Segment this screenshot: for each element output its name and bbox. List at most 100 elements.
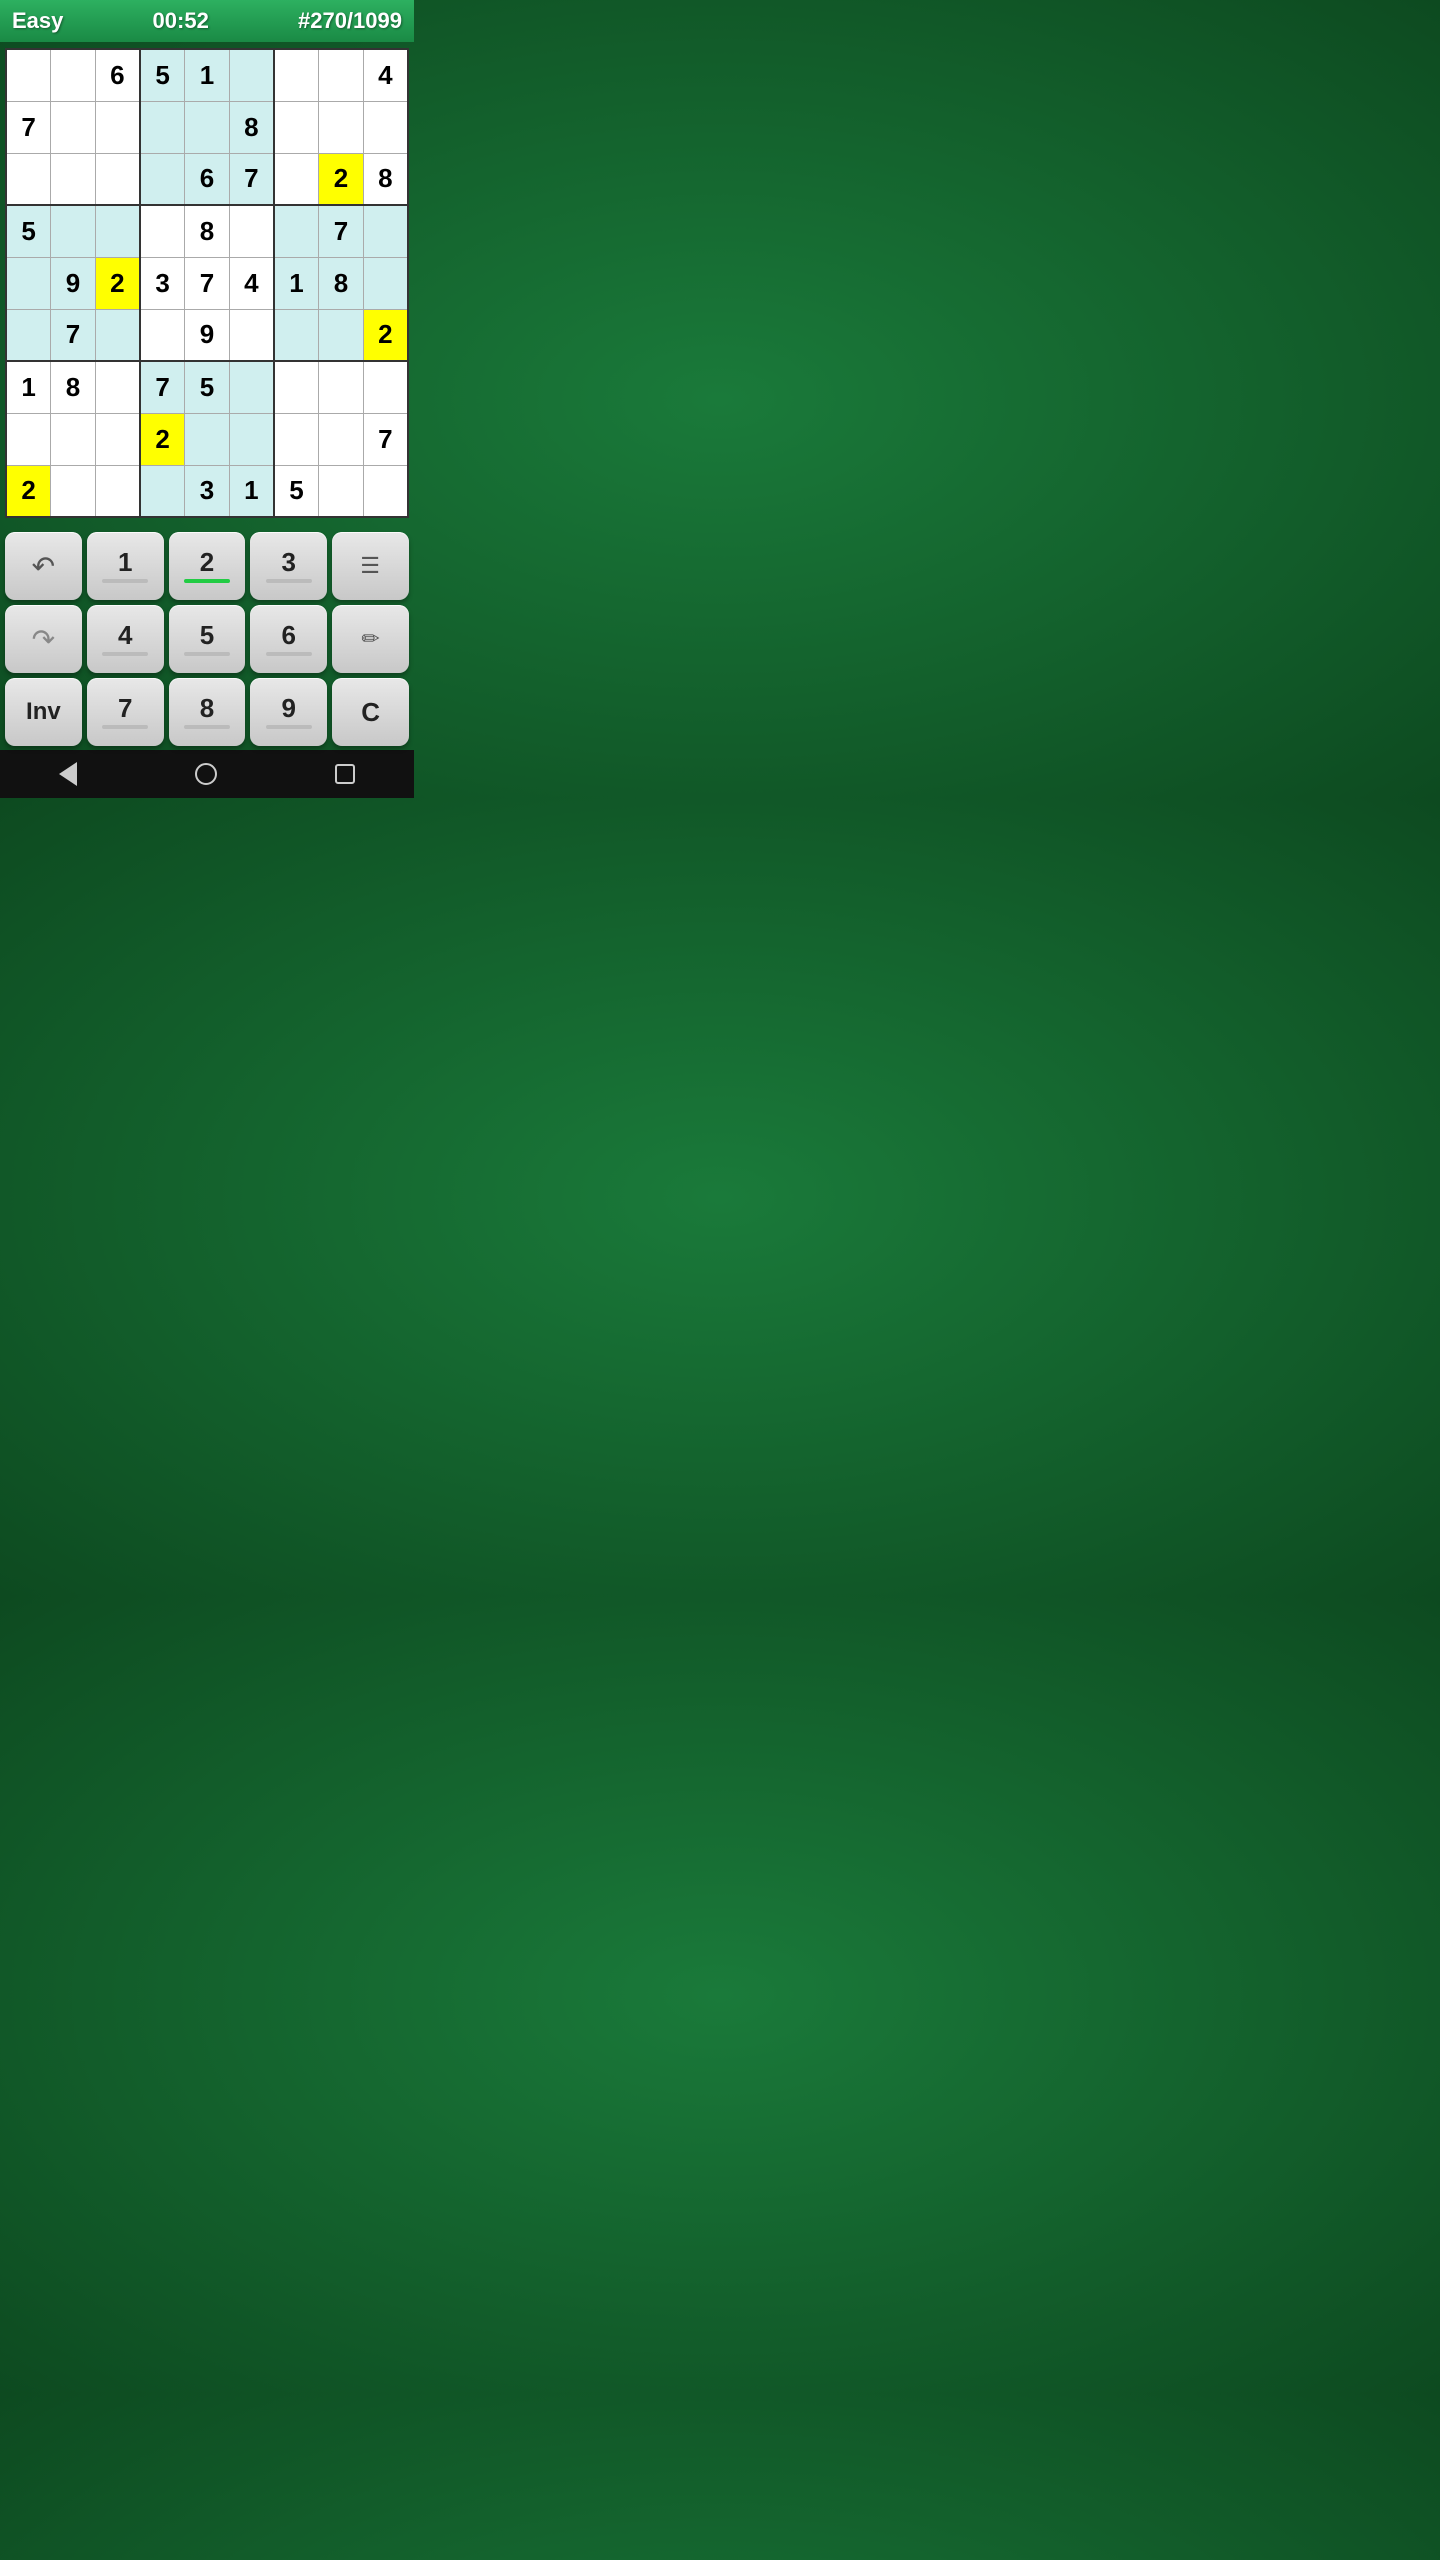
cell-6-5[interactable] <box>229 361 274 413</box>
cell-7-4[interactable] <box>185 413 230 465</box>
cell-5-8[interactable]: 2 <box>363 309 408 361</box>
cell-1-5[interactable]: 8 <box>229 101 274 153</box>
cell-2-0[interactable] <box>6 153 51 205</box>
cell-2-8[interactable]: 8 <box>363 153 408 205</box>
cell-8-6[interactable]: 5 <box>274 465 319 517</box>
cell-1-0[interactable]: 7 <box>6 101 51 153</box>
cell-4-1[interactable]: 9 <box>51 257 96 309</box>
cell-1-2[interactable] <box>95 101 140 153</box>
cell-0-2[interactable]: 6 <box>95 49 140 101</box>
cell-1-7[interactable] <box>319 101 364 153</box>
cell-1-6[interactable] <box>274 101 319 153</box>
cell-8-2[interactable] <box>95 465 140 517</box>
cell-0-1[interactable] <box>51 49 96 101</box>
cell-3-4[interactable]: 8 <box>185 205 230 257</box>
numpad-btn-redo[interactable]: ↷ <box>5 605 82 673</box>
cell-7-2[interactable] <box>95 413 140 465</box>
cell-6-6[interactable] <box>274 361 319 413</box>
numpad-btn-7[interactable]: 7 <box>87 678 164 746</box>
cell-1-8[interactable] <box>363 101 408 153</box>
numpad-btn-4[interactable]: 4 <box>87 605 164 673</box>
cell-6-4[interactable]: 5 <box>185 361 230 413</box>
cell-7-1[interactable] <box>51 413 96 465</box>
cell-8-4[interactable]: 3 <box>185 465 230 517</box>
cell-0-7[interactable] <box>319 49 364 101</box>
cell-0-8[interactable]: 4 <box>363 49 408 101</box>
cell-6-7[interactable] <box>319 361 364 413</box>
cell-1-3[interactable] <box>140 101 185 153</box>
cell-7-5[interactable] <box>229 413 274 465</box>
cell-7-0[interactable] <box>6 413 51 465</box>
cell-3-6[interactable] <box>274 205 319 257</box>
cell-3-5[interactable] <box>229 205 274 257</box>
cell-4-3[interactable]: 3 <box>140 257 185 309</box>
cell-4-6[interactable]: 1 <box>274 257 319 309</box>
home-button[interactable] <box>195 763 217 785</box>
cell-6-0[interactable]: 1 <box>6 361 51 413</box>
numpad-btn-8[interactable]: 8 <box>169 678 246 746</box>
cell-6-8[interactable] <box>363 361 408 413</box>
cell-0-3[interactable]: 5 <box>140 49 185 101</box>
numpad-btn-inv[interactable]: Inv <box>5 678 82 746</box>
cell-5-5[interactable] <box>229 309 274 361</box>
back-button[interactable] <box>59 762 77 786</box>
cell-7-7[interactable] <box>319 413 364 465</box>
cell-5-0[interactable] <box>6 309 51 361</box>
cell-3-1[interactable] <box>51 205 96 257</box>
cell-5-4[interactable]: 9 <box>185 309 230 361</box>
cell-8-3[interactable] <box>140 465 185 517</box>
numpad-btn-menu[interactable]: ☰ <box>332 532 409 600</box>
cell-8-0[interactable]: 2 <box>6 465 51 517</box>
cell-4-5[interactable]: 4 <box>229 257 274 309</box>
numpad-btn-5[interactable]: 5 <box>169 605 246 673</box>
cell-6-3[interactable]: 7 <box>140 361 185 413</box>
numpad-btn-3[interactable]: 3 <box>250 532 327 600</box>
cell-4-2[interactable]: 2 <box>95 257 140 309</box>
numpad-btn-6[interactable]: 6 <box>250 605 327 673</box>
cell-2-3[interactable] <box>140 153 185 205</box>
numpad-btn-pencil[interactable]: ✏ <box>332 605 409 673</box>
cell-3-0[interactable]: 5 <box>6 205 51 257</box>
cell-3-3[interactable] <box>140 205 185 257</box>
cell-0-6[interactable] <box>274 49 319 101</box>
cell-0-4[interactable]: 1 <box>185 49 230 101</box>
cell-4-4[interactable]: 7 <box>185 257 230 309</box>
cell-4-7[interactable]: 8 <box>319 257 364 309</box>
cell-3-7[interactable]: 7 <box>319 205 364 257</box>
cell-2-4[interactable]: 6 <box>185 153 230 205</box>
cell-5-3[interactable] <box>140 309 185 361</box>
cell-6-1[interactable]: 8 <box>51 361 96 413</box>
cell-0-0[interactable] <box>6 49 51 101</box>
cell-8-7[interactable] <box>319 465 364 517</box>
cell-5-2[interactable] <box>95 309 140 361</box>
cell-7-6[interactable] <box>274 413 319 465</box>
cell-4-8[interactable] <box>363 257 408 309</box>
numpad-btn-undo[interactable]: ↶ <box>5 532 82 600</box>
cell-8-1[interactable] <box>51 465 96 517</box>
cell-2-2[interactable] <box>95 153 140 205</box>
cell-5-7[interactable] <box>319 309 364 361</box>
cell-5-1[interactable]: 7 <box>51 309 96 361</box>
cell-8-8[interactable] <box>363 465 408 517</box>
recent-button[interactable] <box>335 764 355 784</box>
cell-3-2[interactable] <box>95 205 140 257</box>
cell-1-4[interactable] <box>185 101 230 153</box>
cell-1-1[interactable] <box>51 101 96 153</box>
cell-5-6[interactable] <box>274 309 319 361</box>
sudoku-grid[interactable]: 651478672858792374187921875272315 <box>5 48 409 518</box>
cell-3-8[interactable] <box>363 205 408 257</box>
cell-2-1[interactable] <box>51 153 96 205</box>
cell-8-5[interactable]: 1 <box>229 465 274 517</box>
numpad-btn-9[interactable]: 9 <box>250 678 327 746</box>
numpad-btn-1[interactable]: 1 <box>87 532 164 600</box>
numpad-btn-c[interactable]: C <box>332 678 409 746</box>
cell-2-5[interactable]: 7 <box>229 153 274 205</box>
cell-7-3[interactable]: 2 <box>140 413 185 465</box>
cell-2-6[interactable] <box>274 153 319 205</box>
cell-7-8[interactable]: 7 <box>363 413 408 465</box>
cell-4-0[interactable] <box>6 257 51 309</box>
cell-0-5[interactable] <box>229 49 274 101</box>
cell-6-2[interactable] <box>95 361 140 413</box>
numpad-btn-2[interactable]: 2 <box>169 532 246 600</box>
cell-2-7[interactable]: 2 <box>319 153 364 205</box>
